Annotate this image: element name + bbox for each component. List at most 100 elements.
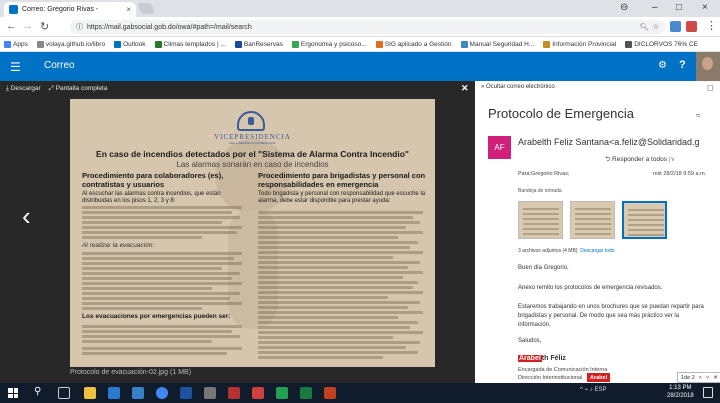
attachment-thumbnail[interactable]	[518, 201, 563, 239]
close-viewer-icon[interactable]: ✕	[461, 83, 469, 94]
outlook-icon	[114, 40, 122, 48]
close-window-button[interactable]: ×	[702, 2, 708, 13]
text-line	[258, 231, 423, 234]
bookmarks-bar: Apps volaya.github.io/libro Outlook Clim…	[0, 37, 720, 52]
document-icon	[460, 40, 468, 48]
extension-red-icon[interactable]	[686, 21, 697, 32]
text-line	[258, 211, 423, 214]
system-tray[interactable]: ^ ⌁ ♪ ESP	[580, 386, 606, 393]
account-icon[interactable]: ⊖	[620, 2, 628, 13]
sender-name[interactable]: Arabelth Feliz Santana<a.feliz@Solidarid…	[518, 137, 720, 147]
clock[interactable]: 1:13 PM 28/2/2018	[667, 385, 694, 400]
language-indicator[interactable]: ESP	[594, 387, 606, 393]
notification-icon[interactable]	[703, 387, 713, 398]
app-header: ☰ Correo ⚙ ?	[0, 52, 720, 81]
tab-correo[interactable]: Correo: Gregorio Rivas - ×	[4, 2, 136, 17]
find-in-page-bar[interactable]: 1de 2 ˄ ˅ ✕	[677, 372, 720, 383]
bookmark-item[interactable]: Manual Seguridad H...	[460, 40, 534, 48]
attachment-viewer: ⤓ Descargar ⤢ Pantalla completa ✕ ‹ VICE…	[0, 81, 475, 383]
app-icon[interactable]	[132, 387, 144, 399]
forward-arrow-icon[interactable]: →	[22, 20, 33, 32]
avatar[interactable]	[696, 52, 720, 81]
bookmark-item[interactable]: DICLORVOS 76% CE	[625, 40, 698, 48]
text-line	[82, 216, 240, 219]
reload-icon[interactable]: ↻	[40, 20, 49, 33]
address-bar-row: ← → ↻ ⓘ https://mail.gabsocial.gob.do/ow…	[0, 17, 720, 37]
attachment-thumbnail[interactable]	[570, 201, 615, 239]
signature-name: Arabelth Féliz	[518, 355, 566, 362]
find-count: 1de 2	[681, 374, 695, 381]
download-all-link[interactable]: Descargar todo	[580, 248, 614, 254]
app-icon[interactable]	[300, 387, 312, 399]
fullscreen-button[interactable]: ⤢ Pantalla completa	[49, 85, 108, 93]
menu-hamburger-icon[interactable]: ☰	[10, 60, 21, 74]
windows-start-icon[interactable]	[8, 388, 18, 398]
browser-menu-icon[interactable]: ⋮	[706, 19, 717, 32]
hide-email-button[interactable]: » Ocultar correo electrónico	[481, 84, 555, 90]
bookmark-label: Información Provincial	[552, 40, 617, 48]
app-icon[interactable]	[324, 387, 336, 399]
task-view-icon[interactable]	[58, 387, 70, 399]
find-term-chip: Arabel	[587, 373, 611, 382]
text-line	[258, 281, 418, 284]
bookmark-star-icon[interactable]: ☆	[653, 23, 659, 31]
back-arrow-icon[interactable]: ←	[6, 20, 17, 32]
find-close-icon[interactable]: ✕	[713, 375, 718, 381]
text-line	[82, 325, 242, 328]
help-icon[interactable]: ?	[679, 59, 686, 71]
gear-icon[interactable]: ⚙	[658, 60, 667, 71]
word-doc-icon[interactable]	[180, 387, 192, 399]
sender-avatar[interactable]: AF	[488, 136, 511, 159]
bookmark-item[interactable]: SIG aplicado a Gestión	[375, 40, 452, 48]
excel-icon[interactable]	[276, 387, 288, 399]
minimize-button[interactable]: –	[652, 2, 658, 13]
file-explorer-icon[interactable]	[84, 387, 96, 399]
tab-close-icon[interactable]: ×	[126, 5, 131, 14]
chevron-down-icon[interactable]: |∨	[669, 156, 675, 163]
bookmark-item[interactable]: Outlook	[114, 40, 146, 48]
app-icon[interactable]	[204, 387, 216, 399]
text-line	[258, 291, 423, 294]
institution-subtitle: DE LA REPÚBLICA DOMINICANA	[229, 141, 276, 145]
bookmark-item[interactable]: Ergonomia y psicoso...	[291, 40, 367, 48]
attachment-thumbnail-selected[interactable]	[622, 201, 667, 239]
find-previous-icon[interactable]: ˄	[699, 375, 702, 381]
text-line	[82, 236, 202, 239]
text-line	[258, 346, 406, 349]
app-icon[interactable]	[228, 387, 240, 399]
url-field[interactable]: ⓘ https://mail.gabsocial.gob.do/owa/#pat…	[70, 20, 665, 34]
previous-attachment-icon[interactable]: ‹	[22, 201, 31, 232]
download-button[interactable]: ⤓ Descargar	[6, 85, 41, 93]
bookmark-label: Ergonomia y psicoso...	[300, 40, 367, 48]
attachment-filename: Protocolo de evacuación-02.jpg (1 MB)	[70, 369, 191, 376]
filename-text: Protocolo de evacuación-02.jpg	[70, 369, 169, 376]
new-tab-button[interactable]	[136, 3, 156, 14]
extension-icon[interactable]	[670, 21, 681, 32]
word-icon[interactable]	[108, 387, 120, 399]
search-icon[interactable]: ⚲	[34, 386, 41, 397]
bookmark-label: Outlook	[123, 40, 146, 48]
chrome-icon[interactable]	[156, 387, 168, 399]
info-icon[interactable]: ⓘ	[76, 22, 83, 32]
collapse-icon[interactable]: ≈	[696, 111, 700, 120]
bookmark-item[interactable]: Climas templados | ...	[154, 40, 226, 48]
text-line	[258, 316, 398, 319]
search-page-icon[interactable]: 🔍︎	[640, 23, 649, 31]
find-next-icon[interactable]: ˅	[706, 375, 709, 381]
text-line	[82, 352, 227, 355]
bookmark-item[interactable]: Información Provincial	[543, 40, 617, 48]
powerpoint-icon[interactable]	[252, 387, 264, 399]
bookmark-item[interactable]: volaya.github.io/libro	[36, 40, 105, 48]
bookmark-item[interactable]: Apps	[4, 40, 28, 48]
text-line	[258, 271, 423, 274]
text-line	[258, 221, 420, 224]
text-line	[82, 302, 242, 305]
bookmark-item[interactable]: BanReservas	[234, 40, 283, 48]
reply-all-button[interactable]: ⮌ Responder a todos |∨	[605, 155, 675, 166]
email-greeting: Buen día Gregorio,	[518, 265, 569, 271]
maximize-button[interactable]: □	[676, 2, 682, 13]
text-line	[82, 347, 242, 350]
popout-icon[interactable]: ◻	[707, 83, 714, 92]
bank-icon	[234, 40, 242, 48]
search-highlight: Arabel	[518, 355, 542, 362]
